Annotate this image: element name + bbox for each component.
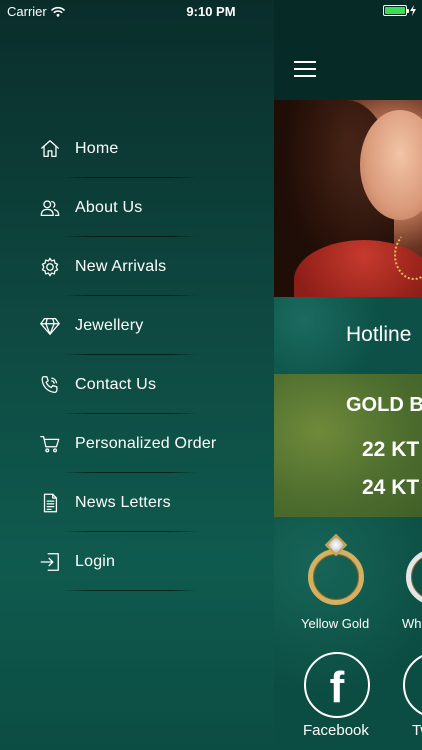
document-icon (38, 491, 62, 515)
gold-rate-title: GOLD B (346, 394, 422, 416)
yellow-gold-ring-icon[interactable] (306, 533, 366, 605)
charging-icon (410, 5, 416, 16)
menu-item-news-letters[interactable]: News Letters (0, 473, 274, 532)
twitter-button[interactable] (403, 652, 422, 718)
menu-item-label: Login (75, 552, 116, 570)
menu-item-about-us[interactable]: About Us (0, 178, 274, 237)
diamond-icon (38, 314, 62, 338)
menu-item-login[interactable]: Login (0, 532, 274, 591)
hero-banner (274, 100, 422, 297)
white-gold-ring-icon[interactable] (404, 535, 422, 605)
gold-rate-section: GOLD B 22 KT 24 KT (274, 374, 422, 517)
menu-item-personalized-order[interactable]: Personalized Order (0, 414, 274, 473)
cart-icon (38, 432, 62, 456)
menu-divider (62, 590, 198, 591)
hamburger-menu-icon[interactable] (294, 61, 316, 77)
hotline-section[interactable]: Hotline (274, 297, 422, 374)
side-drawer: Home About Us New Arrivals Jewellery Con… (0, 0, 274, 750)
white-gold-label: Wh (402, 616, 422, 631)
menu-item-label: About Us (75, 198, 143, 216)
twitter-label: Tw (412, 722, 422, 739)
menu-item-contact-us[interactable]: Contact Us (0, 355, 274, 414)
status-bar: Carrier 9:10 PM (0, 0, 422, 22)
login-icon (38, 550, 62, 574)
hotline-label: Hotline (346, 323, 412, 346)
menu-item-label: Jewellery (75, 316, 144, 334)
gear-icon (38, 255, 62, 279)
menu-item-label: Personalized Order (75, 434, 217, 452)
menu-item-label: News Letters (75, 493, 171, 511)
menu-item-label: Home (75, 139, 119, 157)
main-content: Hotline GOLD B 22 KT 24 KT Yellow Gold W… (274, 0, 422, 750)
status-time: 9:10 PM (186, 4, 236, 19)
menu-item-jewellery[interactable]: Jewellery (0, 296, 274, 355)
battery-fill (385, 7, 405, 14)
menu-item-label: New Arrivals (75, 257, 167, 275)
facebook-label: Facebook (303, 722, 369, 739)
gold-rate-22kt: 22 KT (362, 438, 420, 461)
yellow-gold-label: Yellow Gold (301, 616, 370, 631)
drawer-menu: Home About Us New Arrivals Jewellery Con… (0, 119, 274, 591)
users-icon (38, 196, 62, 220)
menu-item-new-arrivals[interactable]: New Arrivals (0, 237, 274, 296)
gold-rate-24kt: 24 KT (362, 476, 420, 499)
facebook-icon: f (329, 663, 345, 712)
battery-icon (383, 5, 409, 16)
product-section: Yellow Gold Wh f Facebook Tw (274, 517, 422, 750)
phone-icon (38, 373, 62, 397)
facebook-button[interactable]: f (304, 652, 370, 718)
home-icon (38, 137, 62, 161)
menu-item-home[interactable]: Home (0, 119, 274, 178)
status-right (383, 5, 416, 16)
menu-item-label: Contact Us (75, 375, 157, 393)
